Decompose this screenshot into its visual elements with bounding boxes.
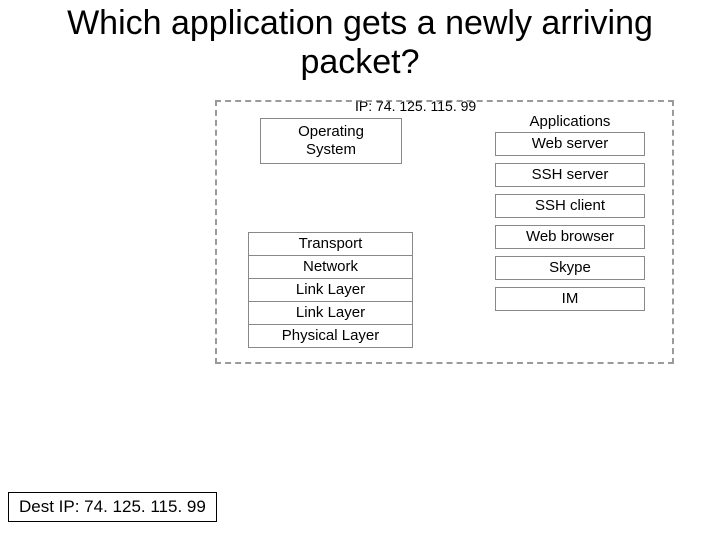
applications-stack: Applications Web server SSH server SSH c… [495, 112, 645, 311]
ip-address-label: IP: 74. 125. 115. 99 [355, 98, 476, 114]
app-skype: Skype [495, 256, 645, 280]
app-ssh-client: SSH client [495, 194, 645, 218]
layer-link-1: Link Layer [248, 279, 413, 302]
dest-ip-box: Dest IP: 74. 125. 115. 99 [8, 492, 217, 522]
app-ssh-server: SSH server [495, 163, 645, 187]
applications-heading: Applications [495, 112, 645, 132]
layer-physical: Physical Layer [248, 325, 413, 348]
protocol-stack: Transport Network Link Layer Link Layer … [248, 232, 413, 348]
app-im: IM [495, 287, 645, 311]
app-web-server: Web server [495, 132, 645, 156]
app-web-browser: Web browser [495, 225, 645, 249]
operating-system-box: Operating System [260, 118, 402, 164]
layer-network: Network [248, 256, 413, 279]
slide-title: Which application gets a newly arriving … [0, 0, 720, 82]
layer-transport: Transport [248, 232, 413, 256]
diagram-canvas: IP: 74. 125. 115. 99 Operating System Tr… [0, 82, 720, 552]
layer-link-2: Link Layer [248, 302, 413, 325]
